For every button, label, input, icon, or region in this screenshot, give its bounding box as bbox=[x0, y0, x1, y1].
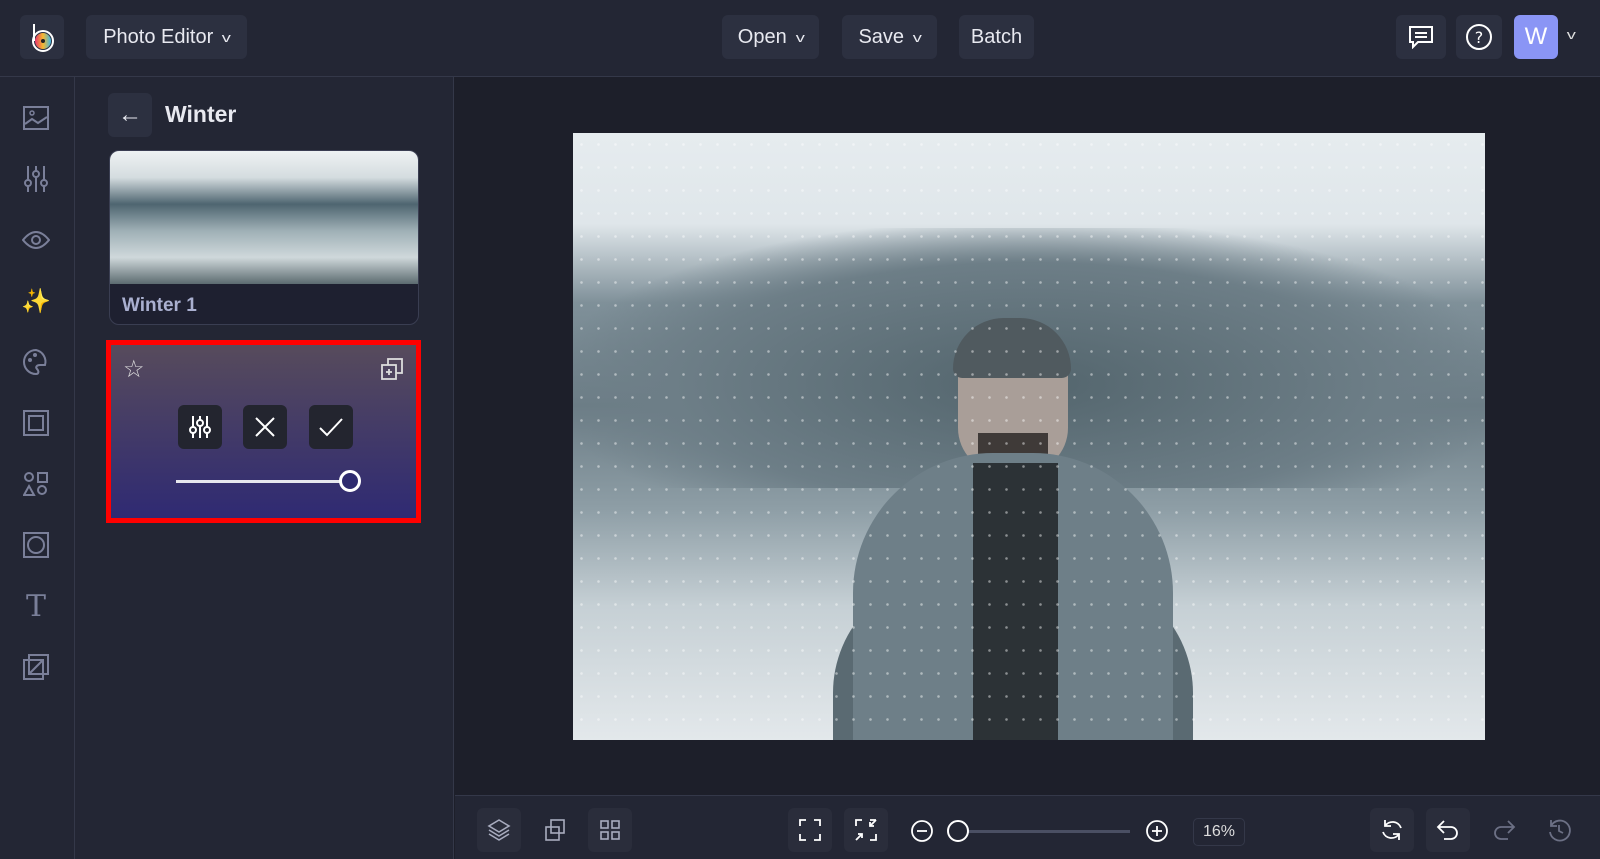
panel-title: Winter bbox=[165, 101, 237, 127]
undo-icon bbox=[1436, 820, 1458, 840]
open-label: Open bbox=[737, 25, 787, 48]
zoom-out-icon[interactable] bbox=[910, 819, 934, 843]
comment-icon bbox=[1409, 26, 1433, 49]
top-bar: Photo Editor v Open v Save v Batch ? W v bbox=[0, 0, 1600, 77]
shrink-icon bbox=[855, 819, 877, 841]
compare-button[interactable] bbox=[533, 808, 577, 852]
comments-button[interactable] bbox=[1396, 15, 1446, 59]
favorite-star-icon[interactable]: ☆ bbox=[123, 355, 145, 384]
preset-controls: ☆ bbox=[106, 340, 421, 523]
textures-icon[interactable] bbox=[20, 651, 52, 683]
grid-button[interactable] bbox=[588, 808, 632, 852]
layers-icon bbox=[487, 819, 511, 841]
compare-icon bbox=[545, 819, 565, 841]
refresh-icon bbox=[1382, 820, 1402, 840]
effects-panel: ← Winter Winter 1 ☆ bbox=[75, 77, 454, 859]
redo-icon bbox=[1494, 820, 1516, 840]
app-switcher-dropdown[interactable]: Photo Editor v bbox=[86, 15, 247, 59]
eye-icon[interactable] bbox=[20, 224, 52, 256]
open-button[interactable]: Open v bbox=[722, 15, 819, 59]
help-icon: ? bbox=[1466, 24, 1492, 50]
apply-button[interactable] bbox=[309, 405, 353, 449]
frame-icon[interactable] bbox=[20, 407, 52, 439]
chevron-down-icon: v bbox=[221, 29, 232, 45]
avatar-initial: W bbox=[1524, 23, 1548, 50]
fullscreen-icon bbox=[799, 819, 821, 841]
back-button[interactable]: ← bbox=[108, 93, 152, 137]
actual-size-button[interactable] bbox=[844, 808, 888, 852]
adjust-sliders-icon[interactable] bbox=[20, 163, 52, 195]
logo[interactable] bbox=[20, 15, 64, 59]
chevron-down-icon: v bbox=[912, 29, 922, 45]
reset-button[interactable] bbox=[1370, 808, 1414, 852]
effects-sparkle-icon[interactable]: ✨ bbox=[20, 285, 52, 317]
overlay-icon[interactable] bbox=[20, 529, 52, 561]
zoom-slider[interactable] bbox=[947, 819, 1130, 843]
graphics-shapes-icon[interactable] bbox=[20, 468, 52, 500]
history-button[interactable] bbox=[1537, 808, 1581, 852]
chevron-down-icon: v bbox=[795, 29, 805, 45]
preset-settings-button[interactable] bbox=[178, 405, 222, 449]
svg-text:?: ? bbox=[1475, 28, 1484, 47]
preset-card[interactable]: Winter 1 bbox=[109, 150, 419, 325]
text-icon[interactable]: T bbox=[20, 589, 52, 624]
zoom-in-icon[interactable] bbox=[1145, 819, 1169, 843]
save-label: Save bbox=[858, 25, 905, 48]
account-chevron-icon[interactable]: v bbox=[1567, 27, 1576, 42]
preset-name: Winter 1 bbox=[122, 295, 197, 316]
batch-button[interactable]: Batch bbox=[959, 15, 1034, 59]
app-switcher-label: Photo Editor bbox=[103, 25, 214, 48]
save-button[interactable]: Save v bbox=[842, 15, 937, 59]
duplicate-icon[interactable] bbox=[380, 357, 404, 381]
palette-icon[interactable] bbox=[20, 346, 52, 378]
layers-button[interactable] bbox=[477, 808, 521, 852]
close-icon bbox=[255, 417, 275, 437]
sliders-icon bbox=[189, 416, 211, 438]
cancel-button[interactable] bbox=[243, 405, 287, 449]
zoom-value[interactable]: 16% bbox=[1193, 818, 1245, 846]
grid-icon bbox=[600, 820, 620, 840]
history-icon bbox=[1549, 819, 1571, 842]
tool-rail: ✨ T bbox=[0, 77, 75, 859]
canvas-area bbox=[455, 77, 1600, 795]
help-button[interactable]: ? bbox=[1456, 15, 1502, 59]
intensity-slider[interactable] bbox=[176, 469, 361, 493]
undo-button[interactable] bbox=[1426, 808, 1470, 852]
user-avatar[interactable]: W bbox=[1514, 15, 1558, 59]
redo-button[interactable] bbox=[1482, 808, 1526, 852]
image-icon[interactable] bbox=[20, 102, 52, 134]
intensity-slider-thumb[interactable] bbox=[339, 470, 361, 492]
fit-screen-button[interactable] bbox=[788, 808, 832, 852]
zoom-slider-thumb[interactable] bbox=[947, 820, 969, 842]
bottom-toolbar: 16% bbox=[455, 795, 1600, 859]
edited-photo[interactable] bbox=[573, 133, 1485, 740]
logo-icon bbox=[32, 24, 54, 52]
preset-thumbnail bbox=[110, 151, 418, 284]
batch-label: Batch bbox=[970, 25, 1023, 48]
check-icon bbox=[319, 418, 343, 437]
